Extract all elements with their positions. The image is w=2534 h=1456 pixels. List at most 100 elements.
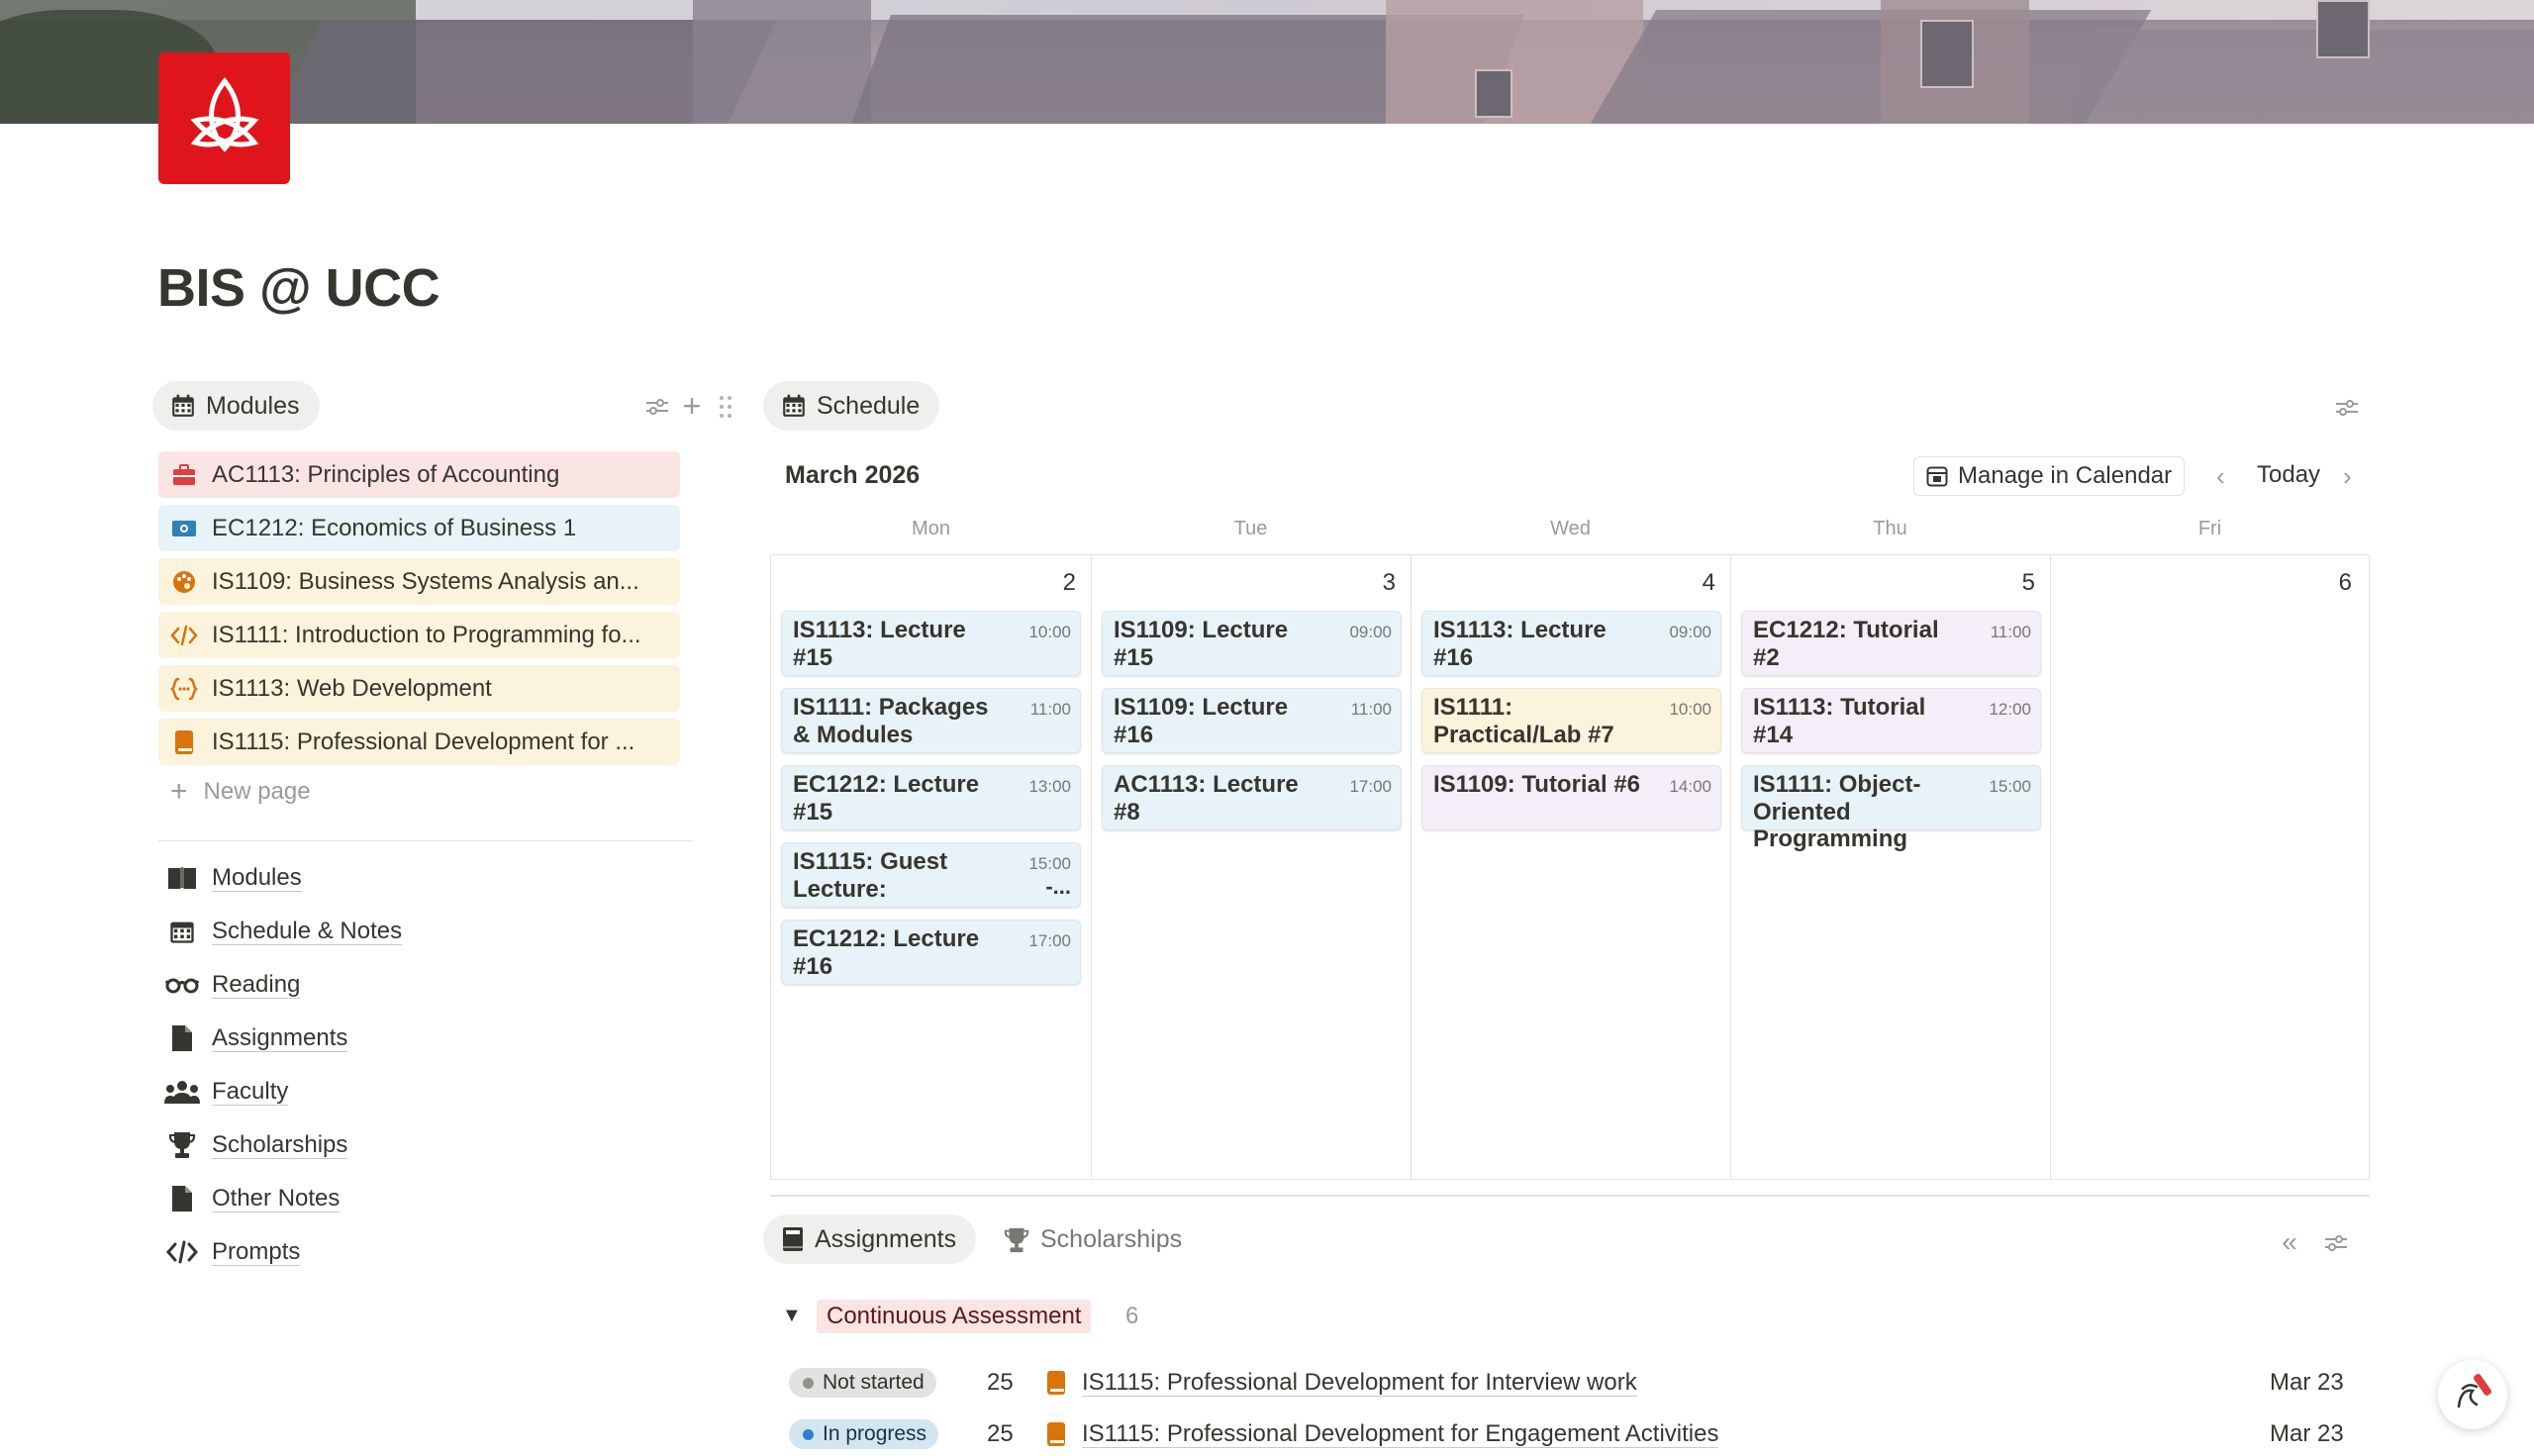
nav-link-scholarships[interactable]: Scholarships — [164, 1125, 348, 1165]
calendar-app-icon — [1926, 466, 1948, 487]
assignment-title-link[interactable]: IS1115: Professional Development for Eng… — [1082, 1420, 1719, 1449]
day-number: 2 — [1062, 569, 1076, 596]
trophy-icon — [164, 1127, 200, 1163]
book-icon — [1047, 1371, 1065, 1395]
filter-settings-icon[interactable] — [642, 394, 672, 420]
schedule-tab-label: Schedule — [817, 391, 921, 420]
module-item-ac1113[interactable]: AC1113: Principles of Accounting — [158, 451, 680, 498]
calendar-icon — [172, 394, 194, 417]
schedule-tab[interactable]: Schedule — [763, 381, 940, 431]
code-icon — [170, 622, 198, 649]
table-row[interactable]: Not started 25 IS1115: Professional Deve… — [789, 1363, 2373, 1403]
due-date: Mar 23 — [2270, 1369, 2344, 1396]
calendar-event[interactable]: IS1111: Object-Oriented Programming 15:0… — [1741, 765, 2041, 852]
modules-tab-label: Modules — [206, 391, 300, 420]
module-item-is1111[interactable]: IS1111: Introduction to Programming fo..… — [158, 612, 680, 658]
schedule-settings-icon[interactable] — [2332, 395, 2362, 421]
calendar-event[interactable]: EC1212: Tutorial #2 11:00 — [1741, 611, 2041, 676]
scholarships-tab[interactable]: Scholarships — [1003, 1225, 1182, 1254]
calendar-event[interactable]: IS1109: Lecture #15 09:00 — [1102, 611, 1402, 676]
calendar-event[interactable]: IS1111: Practical/Lab #7 10:00 — [1421, 688, 1721, 753]
code-icon — [164, 1234, 200, 1270]
calendar-event[interactable]: EC1212: Lecture #16 17:00 — [781, 920, 1081, 985]
money-icon — [170, 515, 198, 542]
palette-icon — [170, 568, 198, 596]
book-icon — [1047, 1422, 1065, 1446]
assignments-tab[interactable]: Assignments — [763, 1214, 977, 1264]
day-number: 5 — [2021, 569, 2035, 596]
calendar-event[interactable]: IS1115: Guest Lecture: 15:00 -... — [781, 842, 1081, 908]
assignments-settings-icon[interactable] — [2321, 1230, 2351, 1256]
calendar-day-tue[interactable]: 3 IS1109: Lecture #15 09:00 IS1109: Lect… — [1091, 555, 1412, 1179]
calendar-event[interactable]: IS1111: Packages & Modules 11:00 — [781, 688, 1081, 753]
trophy-icon — [1004, 1227, 1029, 1252]
calendar-day-wed[interactable]: 4 IS1113: Lecture #16 09:00 IS1111: Prac… — [1411, 555, 1731, 1179]
calendar-event[interactable]: IS1109: Lecture #16 11:00 — [1102, 688, 1402, 753]
day-number: 6 — [2338, 569, 2352, 596]
calendar-event[interactable]: IS1113: Lecture #16 09:00 — [1421, 611, 1721, 676]
day-header-fri: Fri — [2197, 518, 2222, 539]
day-header-wed: Wed — [1550, 518, 1591, 539]
calendar-event[interactable]: EC1212: Lecture #15 13:00 — [781, 765, 1081, 830]
calendar-icon — [783, 394, 805, 417]
page-title: BIS @ UCC — [157, 258, 440, 318]
calendar-day-thu[interactable]: 5 EC1212: Tutorial #2 11:00 IS1113: Tuto… — [1730, 555, 2051, 1179]
calendar-day-fri[interactable]: 6 — [2050, 555, 2368, 1179]
weight-value: 25 — [987, 1369, 1014, 1396]
group-toggle-triangle-icon[interactable]: ▼ — [782, 1305, 802, 1327]
briefcase-icon — [170, 461, 198, 489]
status-badge[interactable]: Not started — [789, 1368, 936, 1398]
module-item-is1109[interactable]: IS1109: Business Systems Analysis an... — [158, 558, 680, 605]
calendar-icon — [164, 914, 200, 949]
calendar-event[interactable]: IS1113: Lecture #15 10:00 — [781, 611, 1081, 676]
glasses-icon — [164, 967, 200, 1003]
add-icon[interactable]: + — [677, 388, 707, 424]
plus-icon: + — [170, 775, 188, 808]
status-badge[interactable]: In progress — [789, 1419, 939, 1449]
calendar-event[interactable]: IS1109: Tutorial #6 14:00 — [1421, 765, 1721, 830]
notebook-icon — [783, 1227, 803, 1251]
help-assistant-button[interactable] — [2438, 1360, 2507, 1429]
cover-image — [0, 0, 2534, 124]
module-item-is1113[interactable]: IS1113: Web Development — [158, 665, 680, 712]
code-block-icon — [170, 675, 198, 703]
drag-handle-icon[interactable] — [715, 393, 736, 421]
nav-link-modules[interactable]: Modules — [164, 858, 302, 898]
document-icon — [164, 1181, 200, 1216]
day-number: 4 — [1702, 569, 1715, 596]
manage-in-calendar-button[interactable]: Manage in Calendar — [1913, 456, 2186, 496]
due-date: Mar 23 — [2270, 1420, 2344, 1447]
today-button[interactable]: Today — [2257, 461, 2320, 489]
module-item-ec1212[interactable]: EC1212: Economics of Business 1 — [158, 505, 680, 551]
prev-week-chevron-icon[interactable]: ‹ — [2216, 461, 2225, 492]
module-item-is1115[interactable]: IS1115: Professional Development for ... — [158, 719, 680, 765]
assignment-title-link[interactable]: IS1115: Professional Development for Int… — [1082, 1369, 1637, 1398]
section-divider — [770, 1195, 2370, 1197]
collapse-double-chevron-icon[interactable]: « — [2275, 1226, 2304, 1257]
modules-tab[interactable]: Modules — [152, 381, 320, 431]
calendar-day-mon[interactable]: 2 IS1113: Lecture #15 10:00 IS1111: Pack… — [771, 555, 1092, 1179]
assistant-icon — [2457, 1374, 2491, 1408]
next-week-chevron-icon[interactable]: › — [2343, 461, 2352, 492]
new-page-button[interactable]: + New page — [170, 777, 311, 807]
nav-link-assignments[interactable]: Assignments — [164, 1019, 348, 1058]
day-header-thu: Thu — [1873, 518, 1907, 539]
page-icon-logo[interactable] — [158, 52, 290, 184]
calendar-month: March 2026 — [785, 461, 921, 489]
day-header-mon: Mon — [912, 518, 950, 539]
calendar-event[interactable]: AC1113: Lecture #8 17:00 — [1102, 765, 1402, 830]
calendar-grid: 2 IS1113: Lecture #15 10:00 IS1111: Pack… — [770, 554, 2370, 1180]
nav-link-prompts[interactable]: Prompts — [164, 1232, 301, 1272]
book-icon — [170, 728, 198, 756]
table-row[interactable]: In progress 25 IS1115: Professional Deve… — [789, 1414, 2373, 1454]
nav-link-schedule-notes[interactable]: Schedule & Notes — [164, 912, 403, 951]
sidebar-divider — [158, 840, 693, 841]
nav-link-other-notes[interactable]: Other Notes — [164, 1179, 341, 1218]
nav-link-faculty[interactable]: Faculty — [164, 1072, 289, 1112]
document-icon — [164, 1020, 200, 1056]
group-tag: Continuous Assessment — [817, 1300, 1092, 1333]
day-header-tue: Tue — [1233, 518, 1268, 539]
calendar-event[interactable]: IS1113: Tutorial #14 12:00 — [1741, 688, 2041, 753]
weight-value: 25 — [987, 1420, 1014, 1447]
nav-link-reading[interactable]: Reading — [164, 965, 301, 1005]
